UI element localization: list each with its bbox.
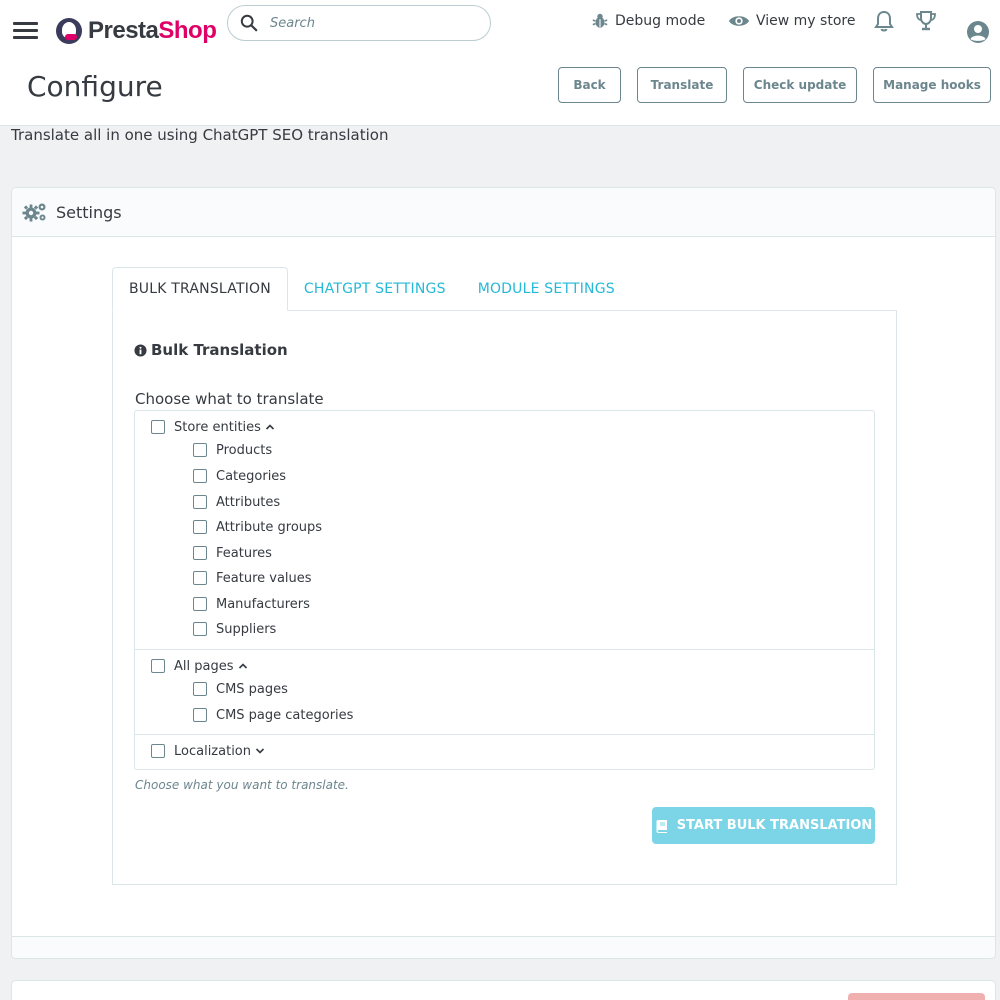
option-label: Attributes: [216, 494, 281, 510]
debug-mode-link[interactable]: Debug mode: [591, 10, 705, 32]
categories-checkbox[interactable]: [193, 469, 207, 483]
localization-group: Localization: [135, 735, 874, 769]
search-icon: [240, 14, 258, 32]
start-bulk-translation-label: START BULK TRANSLATION: [676, 818, 873, 833]
trophy-icon[interactable]: [915, 10, 937, 32]
back-button[interactable]: Back: [558, 67, 621, 103]
view-store-link[interactable]: View my store: [728, 10, 855, 32]
prestashop-logo[interactable]: PrestaShop: [56, 16, 217, 46]
all-pages-row: All pages: [151, 656, 248, 676]
settings-panel: Settings BULK TRANSLATION CHATGPT SETTIN…: [11, 187, 996, 959]
settings-tabs: BULK TRANSLATION CHATGPT SETTINGS MODULE…: [112, 267, 631, 311]
bulk-translation-pane: Bulk Translation Choose what to translat…: [112, 310, 897, 885]
start-bulk-translation-button[interactable]: START BULK TRANSLATION: [652, 807, 875, 844]
tab-chatgpt-settings[interactable]: CHATGPT SETTINGS: [288, 267, 462, 310]
option-label: Feature values: [216, 570, 312, 586]
all-pages-checkbox[interactable]: [151, 659, 165, 673]
option-label: Attribute groups: [216, 519, 323, 535]
top-header: PrestaShop Debug mode View my store: [0, 0, 1000, 64]
panel-footer: [12, 936, 995, 958]
info-circle-icon: [134, 343, 147, 357]
next-panel-button[interactable]: [848, 993, 985, 1000]
list-item: Attribute groups: [193, 517, 322, 537]
feature-values-checkbox[interactable]: [193, 571, 207, 585]
localization-row: Localization: [151, 741, 265, 761]
chevron-down-icon[interactable]: [255, 747, 265, 755]
store-entities-label: Store entities: [174, 419, 261, 435]
panel-title: Settings: [56, 202, 122, 222]
page-title: Configure: [27, 70, 163, 103]
translate-button[interactable]: Translate: [637, 67, 727, 103]
chevron-up-icon[interactable]: [265, 423, 275, 431]
option-label: Suppliers: [216, 621, 277, 637]
option-label: Categories: [216, 468, 287, 484]
option-label: Products: [216, 442, 273, 458]
user-avatar-icon[interactable]: [966, 20, 990, 44]
list-item: Suppliers: [193, 619, 276, 639]
cms-page-categories-checkbox[interactable]: [193, 708, 207, 722]
list-item: Manufacturers: [193, 594, 310, 614]
eye-icon: [728, 16, 750, 26]
option-label: Features: [216, 545, 272, 561]
module-description: Translate all in one using ChatGPT SEO t…: [11, 126, 389, 144]
search-box[interactable]: [227, 5, 491, 41]
tab-bulk-translation[interactable]: BULK TRANSLATION: [112, 267, 288, 311]
search-input[interactable]: [270, 15, 470, 31]
list-item: Attributes: [193, 492, 280, 512]
store-entities-group: Store entities Products Categories Attri…: [135, 411, 874, 650]
list-item: Categories: [193, 466, 286, 486]
localization-checkbox[interactable]: [151, 744, 165, 758]
panel-heading: Settings: [12, 188, 995, 237]
cms-pages-checkbox[interactable]: [193, 682, 207, 696]
list-item: Features: [193, 543, 272, 563]
book-icon: [656, 819, 667, 833]
chevron-up-icon[interactable]: [238, 662, 248, 670]
all-pages-group: All pages CMS pages CMS page categories: [135, 650, 874, 735]
debug-mode-label: Debug mode: [615, 13, 706, 29]
store-entities-checkbox[interactable]: [151, 420, 165, 434]
features-checkbox[interactable]: [193, 546, 207, 560]
section-title-text: Bulk Translation: [151, 341, 288, 359]
help-text: Choose what you want to translate.: [135, 778, 349, 792]
option-label: CMS pages: [216, 681, 288, 697]
list-item: Products: [193, 440, 272, 460]
manufacturers-checkbox[interactable]: [193, 597, 207, 611]
localization-label: Localization: [174, 743, 251, 759]
list-item: Feature values: [193, 568, 312, 588]
bug-icon: [592, 13, 608, 28]
translate-options-tree: Store entities Products Categories Attri…: [134, 410, 875, 770]
bell-icon[interactable]: [874, 10, 894, 32]
attribute-groups-checkbox[interactable]: [193, 520, 207, 534]
page-header: Configure Back Translate Check update Ma…: [0, 64, 1000, 126]
list-item: CMS page categories: [193, 705, 353, 725]
suppliers-checkbox[interactable]: [193, 622, 207, 636]
menu-icon[interactable]: [13, 22, 38, 42]
tab-module-settings[interactable]: MODULE SETTINGS: [462, 267, 631, 310]
view-store-label: View my store: [756, 13, 856, 29]
logo-text-part2: Shop: [158, 17, 217, 44]
products-checkbox[interactable]: [193, 443, 207, 457]
manage-hooks-button[interactable]: Manage hooks: [873, 67, 991, 103]
option-label: CMS page categories: [216, 707, 354, 723]
list-item: CMS pages: [193, 679, 288, 699]
cogs-icon: [22, 203, 46, 222]
logo-text-part1: Presta: [88, 17, 159, 44]
prestashop-logo-icon: [56, 18, 82, 44]
store-entities-row: Store entities: [151, 417, 275, 437]
attributes-checkbox[interactable]: [193, 495, 207, 509]
all-pages-label: All pages: [174, 658, 234, 674]
check-update-button[interactable]: Check update: [743, 67, 857, 103]
section-title: Bulk Translation: [134, 341, 288, 359]
logo-text: PrestaShop: [88, 17, 217, 45]
option-label: Manufacturers: [216, 596, 310, 612]
choose-label: Choose what to translate: [135, 390, 324, 408]
